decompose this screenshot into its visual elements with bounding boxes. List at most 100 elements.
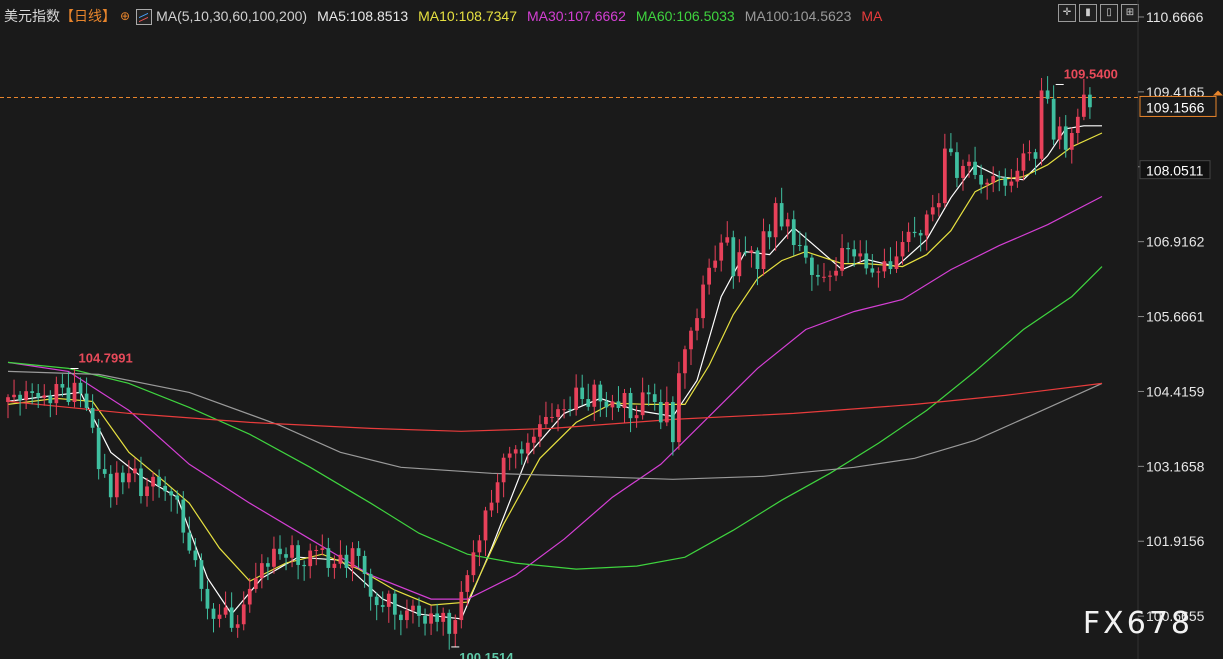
candle-body <box>423 615 427 624</box>
candle-body <box>936 203 941 208</box>
candle-body <box>683 349 687 374</box>
y-tick-label: 110.6666 <box>1146 9 1204 25</box>
y-tick-label: 105.6661 <box>1146 309 1205 325</box>
candle-body <box>296 545 300 565</box>
candle-body <box>658 401 663 423</box>
candle-body <box>483 510 488 541</box>
candle-body <box>942 148 947 204</box>
candle-body <box>495 482 500 503</box>
candle-body <box>912 231 917 234</box>
candle-body <box>586 398 591 407</box>
candle-body <box>967 161 971 166</box>
candle-body <box>1027 152 1032 154</box>
candle-body <box>991 176 996 183</box>
candle-body <box>646 392 651 395</box>
price-arrow-icon <box>1213 90 1223 96</box>
candlestick-chart[interactable]: 110.6666109.4165108.1663106.9162105.6661… <box>0 0 1223 659</box>
candle-body <box>290 545 294 558</box>
candle-body <box>1015 170 1020 182</box>
candle-body <box>652 394 657 402</box>
candle-body <box>610 401 615 408</box>
watermark-logo: FX678 <box>1082 606 1193 641</box>
candle-body <box>979 174 983 185</box>
candle-body <box>828 275 832 277</box>
candle-body <box>864 253 869 269</box>
candle-body <box>791 219 796 246</box>
ma-line-ma30 <box>7 195 1103 600</box>
candle-body <box>713 260 718 268</box>
candle-body <box>211 608 216 619</box>
candle-body <box>18 394 22 401</box>
candle-body <box>24 391 29 401</box>
candle-body <box>229 607 234 628</box>
candle-body <box>489 502 494 511</box>
candle-body <box>12 394 16 398</box>
candle-body <box>743 252 748 254</box>
candle-body <box>598 384 603 402</box>
candle-body <box>102 469 107 474</box>
candle-body <box>181 499 186 533</box>
high-price-label: 109.5400 <box>1064 66 1118 81</box>
candle-body <box>1003 177 1008 186</box>
y-tick-label: 106.9162 <box>1146 234 1205 250</box>
candle-body <box>187 532 192 551</box>
candle-body <box>834 270 838 276</box>
candle-body <box>695 318 699 331</box>
candle-body <box>592 384 597 407</box>
candle-body <box>1088 94 1092 108</box>
candle-body <box>900 242 905 257</box>
candle-body <box>145 486 149 497</box>
candle-body <box>961 165 965 178</box>
candle-body <box>223 607 228 615</box>
candle-body <box>882 261 887 272</box>
low-price-label: 100.1514 <box>459 650 514 659</box>
candle-body <box>253 578 258 589</box>
candle-body <box>163 485 168 492</box>
candle-body <box>1033 152 1038 159</box>
candle-body <box>326 548 331 568</box>
candle-body <box>6 397 10 402</box>
candle-body <box>320 548 325 550</box>
candle-body <box>477 540 482 553</box>
candle-body <box>193 550 198 561</box>
candle-body <box>731 237 736 277</box>
candle-body <box>797 245 802 247</box>
candle-body <box>42 395 47 398</box>
candle-body <box>241 604 246 625</box>
candle-body <box>985 182 990 185</box>
candle-body <box>507 453 512 458</box>
candle-body <box>392 593 397 615</box>
candle-body <box>1069 132 1074 150</box>
candle-body <box>955 152 959 178</box>
candle-body <box>924 214 929 236</box>
candle-body <box>846 248 851 250</box>
candle-body <box>803 245 808 258</box>
candle-body <box>906 231 911 243</box>
candle-body <box>1021 153 1026 171</box>
candle-body <box>217 614 222 619</box>
y-tick-label: 101.9156 <box>1146 533 1205 549</box>
candle-body <box>574 387 579 410</box>
candle-body <box>54 384 59 404</box>
candle-body <box>519 449 524 454</box>
candle-body <box>1057 126 1062 140</box>
candle-body <box>513 449 518 454</box>
candle-body <box>755 250 760 269</box>
candle-body <box>386 593 391 607</box>
candle-body <box>1045 90 1050 99</box>
candle-body <box>949 148 953 153</box>
high-price-label: 104.7991 <box>78 350 132 365</box>
candle-body <box>284 554 288 558</box>
candle-body <box>707 267 712 285</box>
candle-body <box>562 409 566 411</box>
chart-window: 美元指数 【日线】 ⊕ MA(5,10,30,60,100,200) MA5:1… <box>0 0 1223 659</box>
candle-body <box>60 384 65 388</box>
candle-body <box>84 393 89 408</box>
candle-body <box>858 253 863 257</box>
candle-body <box>169 491 174 496</box>
candle-body <box>997 176 1002 178</box>
candle-body <box>338 554 343 564</box>
ma-line-ma60 <box>7 266 1103 570</box>
candle-body <box>30 391 35 394</box>
candle-body <box>1075 116 1080 133</box>
